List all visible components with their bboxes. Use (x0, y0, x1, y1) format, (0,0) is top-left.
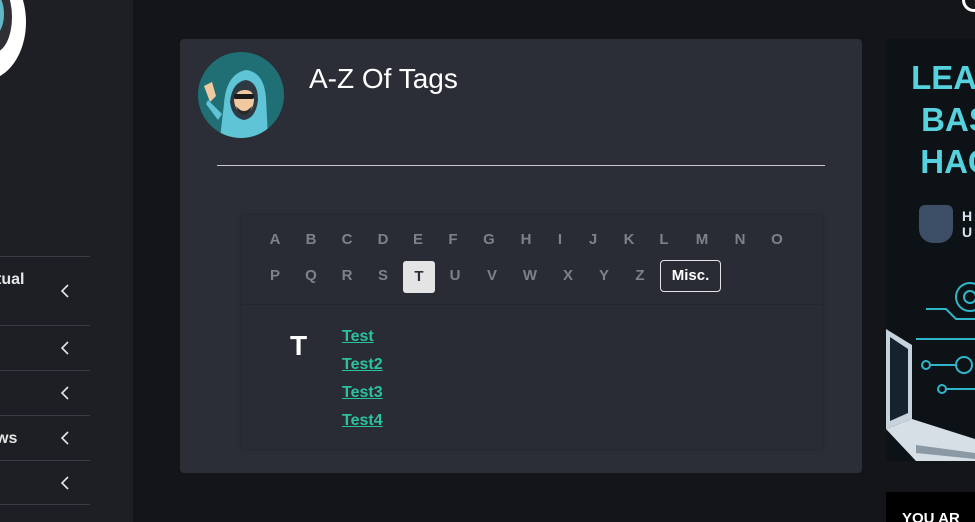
letter-x[interactable]: X (553, 261, 583, 291)
letter-r[interactable]: R (332, 261, 362, 291)
sidebar: tual ws (0, 0, 133, 522)
letter-a[interactable]: A (260, 225, 290, 255)
letter-l[interactable]: L (649, 225, 679, 255)
letter-z[interactable]: Z (625, 261, 655, 291)
letter-f[interactable]: F (438, 225, 468, 255)
letter-c[interactable]: C (332, 225, 362, 255)
letter-k[interactable]: K (614, 225, 644, 255)
chevron-left-icon (60, 283, 70, 299)
letter-g[interactable]: G (474, 225, 504, 255)
sidebar-nav: tual ws (0, 256, 90, 505)
chevron-left-icon (60, 430, 70, 446)
tag-link[interactable]: Test4 (342, 411, 383, 439)
advertisement-banner-2[interactable]: YOU AR (886, 492, 975, 522)
letter-w[interactable]: W (515, 261, 545, 291)
ad-headline-line: BAS (921, 101, 975, 138)
ad2-text: YOU AR (902, 510, 960, 522)
letter-o[interactable]: O (762, 225, 792, 255)
hacker-avatar (198, 52, 284, 138)
letter-i[interactable]: I (545, 225, 575, 255)
letter-p[interactable]: P (260, 261, 290, 291)
sidebar-item-3[interactable] (0, 370, 90, 415)
tags-card: A-Z Of Tags A B C D E F G H I J K L M N … (180, 39, 862, 473)
letter-y[interactable]: Y (589, 261, 619, 291)
ad-headline-line: LEAR (911, 59, 975, 96)
misc-button[interactable]: Misc. (660, 260, 721, 292)
letter-j[interactable]: J (578, 225, 608, 255)
letter-n[interactable]: N (725, 225, 755, 255)
laptop-circuit-illustration (886, 282, 975, 461)
letter-e[interactable]: E (403, 225, 433, 255)
shield-icon (919, 205, 953, 243)
letter-nav: A B C D E F G H I J K L M N O P Q R S T … (242, 215, 822, 305)
letter-v[interactable]: V (477, 261, 507, 291)
tag-link[interactable]: Test3 (342, 383, 383, 411)
group-heading: T (290, 330, 308, 361)
sidebar-item-label: ws (0, 430, 18, 447)
sidebar-item-label: tual (0, 271, 25, 288)
letter-u[interactable]: U (440, 261, 470, 291)
tag-link[interactable]: Test (342, 327, 383, 355)
sidebar-item-5[interactable] (0, 460, 90, 505)
tag-list: Test Test2 Test3 Test4 (342, 327, 383, 439)
letter-h[interactable]: H (511, 225, 541, 255)
ad-headline: LEAR BAS HAC (906, 57, 975, 183)
top-right-icon[interactable] (962, 0, 975, 12)
tag-link[interactable]: Test2 (342, 355, 383, 383)
letter-d[interactable]: D (368, 225, 398, 255)
page-title: A-Z Of Tags (309, 63, 458, 94)
letter-q[interactable]: Q (296, 261, 326, 291)
ad-brand-line: U (962, 224, 973, 240)
az-index: A B C D E F G H I J K L M N O P Q R S T … (242, 215, 822, 449)
letter-m[interactable]: M (687, 225, 717, 255)
title-divider (217, 165, 825, 166)
ad-brand-line: H (962, 208, 973, 224)
sidebar-item-1[interactable]: tual (0, 256, 90, 325)
chevron-left-icon (60, 385, 70, 401)
sidebar-item-4[interactable]: ws (0, 415, 90, 460)
letter-t-active[interactable]: T (403, 261, 435, 293)
sidebar-item-2[interactable] (0, 325, 90, 370)
chevron-left-icon (60, 475, 70, 491)
site-logo[interactable] (0, 0, 26, 80)
chevron-left-icon (60, 340, 70, 356)
ad-brand: H U (962, 208, 972, 240)
ad-headline-line: HAC (920, 143, 975, 180)
letter-b[interactable]: B (296, 225, 326, 255)
advertisement-banner[interactable]: LEAR BAS HAC H U (886, 39, 975, 461)
letter-s[interactable]: S (368, 261, 398, 291)
